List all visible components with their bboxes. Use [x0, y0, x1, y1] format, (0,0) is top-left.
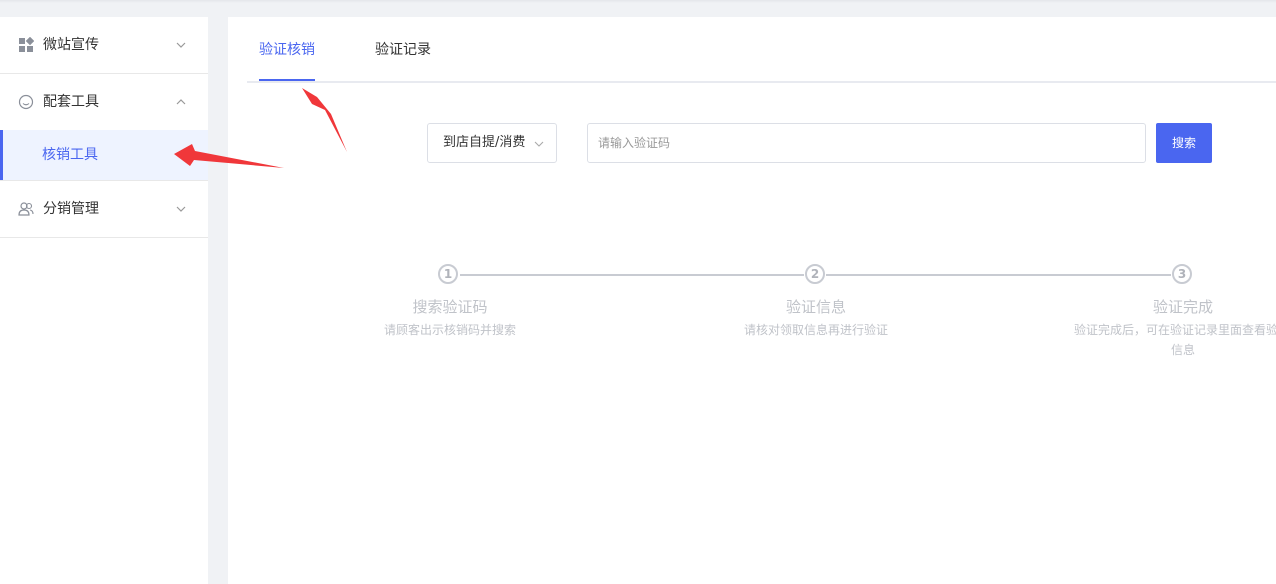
- main-panel: 验证核销 验证记录 到店自提/消费 搜索 1 搜索验证码 请顾客出示核销码并搜索…: [228, 17, 1276, 584]
- sidebar-item-label: 微站宣传: [43, 37, 99, 53]
- sidebar-item-distribution[interactable]: 分销管理: [0, 181, 208, 237]
- top-bar: [0, 0, 1276, 17]
- search-button[interactable]: 搜索: [1156, 123, 1212, 163]
- tab-verify-records[interactable]: 验证记录: [375, 41, 431, 59]
- sidebar-subitem-label: 核销工具: [42, 147, 98, 163]
- sidebar-item-promotion[interactable]: 微站宣传: [0, 17, 208, 73]
- smiley-icon: [18, 94, 34, 110]
- step-3-desc-line1: 验证完成后，可在验证记录里面查看验: [1074, 323, 1276, 337]
- sidebar-item-label: 配套工具: [43, 94, 99, 110]
- tab-verify[interactable]: 验证核销: [259, 41, 315, 59]
- step-connector: [826, 274, 1171, 276]
- users-icon: [18, 202, 34, 216]
- sidebar-item-tools[interactable]: 配套工具: [0, 74, 208, 130]
- step-1-desc: 请顾客出示核销码并搜索: [383, 323, 516, 337]
- verify-type-selected: 到店自提/消费: [443, 135, 526, 150]
- chevron-down-icon: [176, 42, 186, 48]
- chevron-up-icon: [176, 99, 186, 105]
- sidebar-item-label: 分销管理: [43, 201, 99, 217]
- step-3-title: 验证完成: [1152, 298, 1213, 316]
- step-2-title: 验证信息: [785, 298, 846, 316]
- verify-type-select[interactable]: 到店自提/消费: [427, 123, 557, 163]
- chevron-down-icon: [176, 206, 186, 212]
- sidebar: 微站宣传 配套工具 核销工具 分销管理: [0, 17, 208, 584]
- step-2-marker: 2: [805, 264, 825, 284]
- step-3-marker: 3: [1172, 264, 1192, 284]
- step-2-desc: 请核对领取信息再进行验证: [743, 323, 888, 337]
- sidebar-group-tools: 配套工具 核销工具: [0, 74, 208, 181]
- sidebar-group-distribution: 分销管理: [0, 181, 208, 238]
- chevron-down-icon: [534, 141, 544, 147]
- step-connector: [460, 274, 804, 276]
- step-1-marker: 1: [438, 264, 458, 284]
- grid-icon: [19, 37, 34, 52]
- step-3-desc-line2: 信息: [1170, 343, 1195, 357]
- active-tab-indicator: [259, 79, 315, 81]
- sidebar-item-verify-tool[interactable]: 核销工具: [0, 130, 208, 180]
- tab-bar: 验证核销 验证记录: [247, 17, 1276, 83]
- verify-code-input[interactable]: [587, 123, 1146, 163]
- step-1-title: 搜索验证码: [412, 298, 488, 316]
- sidebar-group-promotion: 微站宣传: [0, 17, 208, 74]
